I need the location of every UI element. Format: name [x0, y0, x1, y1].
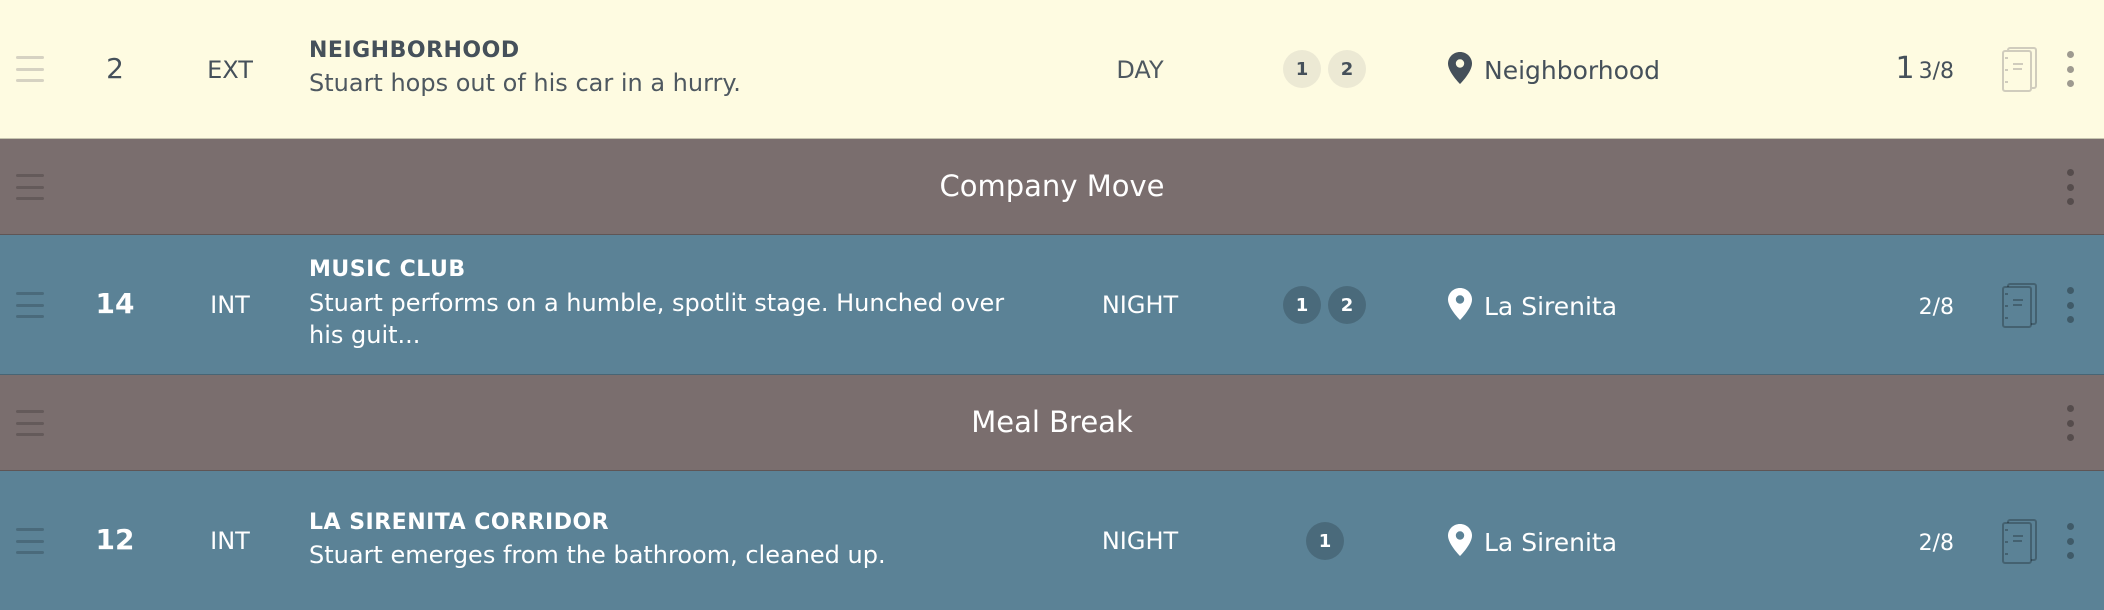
- cast-badge[interactable]: 1: [1283, 286, 1321, 324]
- cast-badge[interactable]: 2: [1328, 50, 1366, 88]
- more-vertical-icon[interactable]: [2066, 405, 2074, 441]
- script-pages-icon[interactable]: [2000, 518, 2040, 564]
- cast-badge[interactable]: 1: [1306, 522, 1344, 560]
- strip-row-banner-company-move[interactable]: Company Move: [0, 139, 2104, 235]
- more-vertical-icon[interactable]: [2066, 169, 2074, 205]
- int-ext-label: INT: [210, 527, 250, 555]
- int-ext-label: EXT: [207, 56, 253, 84]
- more-vertical-icon[interactable]: [2066, 51, 2074, 87]
- scene-description: Stuart performs on a humble, spotlit sta…: [309, 289, 1005, 349]
- location-name: Neighborhood: [1484, 56, 1661, 85]
- drag-handle-icon[interactable]: [16, 56, 44, 82]
- cast-list: 1 2: [1283, 286, 1366, 324]
- page-count-fraction: 3/8: [1918, 59, 1954, 84]
- cast-list: 1 2: [1283, 50, 1366, 88]
- more-vertical-icon[interactable]: [2066, 287, 2074, 323]
- location-name: La Sirenita: [1484, 528, 1618, 557]
- page-count-fraction: 2/8: [1918, 295, 1954, 320]
- time-of-day: DAY: [1116, 56, 1164, 84]
- drag-handle-icon[interactable]: [16, 528, 44, 554]
- scene-description: Stuart emerges from the bathroom, cleane…: [309, 541, 886, 569]
- cast-badge[interactable]: 1: [1283, 50, 1321, 88]
- page-count-whole: 1: [1895, 51, 1915, 86]
- cast-list: 1: [1306, 522, 1344, 560]
- set-heading: LA SIRENITA CORRIDOR: [309, 510, 610, 535]
- strip-row-banner-meal-break[interactable]: Meal Break: [0, 375, 2104, 471]
- banner-label: Meal Break: [971, 405, 1133, 439]
- scene-number: 14: [95, 287, 135, 320]
- page-count: 2/8: [1915, 288, 1954, 325]
- location-name: La Sirenita: [1484, 292, 1618, 321]
- page-count: 1 3/8: [1896, 52, 1955, 89]
- scene-number: 12: [95, 523, 135, 556]
- map-pin-icon: [1448, 52, 1472, 84]
- cast-badge[interactable]: 2: [1328, 286, 1366, 324]
- time-of-day: NIGHT: [1101, 291, 1179, 319]
- page-count: 2/8: [1915, 524, 1954, 561]
- map-pin-icon: [1448, 288, 1472, 320]
- strip-row-scene-14[interactable]: 14 INT MUSIC CLUB Stuart performs on a h…: [0, 235, 2104, 375]
- script-pages-icon[interactable]: [2000, 282, 2040, 328]
- more-vertical-icon[interactable]: [2066, 523, 2074, 559]
- scene-number: 2: [106, 52, 124, 85]
- strip-row-scene-2[interactable]: 2 EXT NEIGHBORHOOD Stuart hops out of hi…: [0, 0, 2104, 139]
- drag-handle-icon[interactable]: [16, 292, 44, 318]
- set-heading: NEIGHBORHOOD: [309, 38, 520, 63]
- page-count-fraction: 2/8: [1918, 531, 1954, 556]
- script-pages-icon[interactable]: [2000, 46, 2040, 92]
- set-heading: MUSIC CLUB: [309, 257, 466, 282]
- time-of-day: NIGHT: [1101, 527, 1179, 555]
- strip-row-scene-12[interactable]: 12 INT LA SIRENITA CORRIDOR Stuart emerg…: [0, 471, 2104, 610]
- banner-label: Company Move: [939, 169, 1165, 203]
- int-ext-label: INT: [210, 291, 250, 319]
- scene-description: Stuart hops out of his car in a hurry.: [309, 69, 741, 97]
- map-pin-icon: [1448, 524, 1472, 556]
